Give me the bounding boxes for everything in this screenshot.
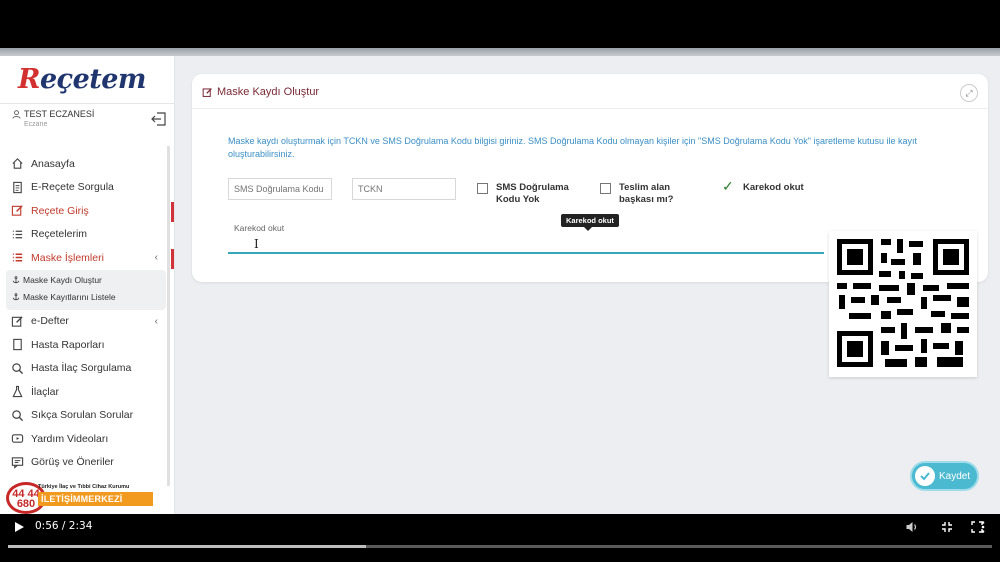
progress-bar[interactable] xyxy=(8,545,992,548)
video-controls: 0:56 / 2:34 xyxy=(0,514,1000,562)
sidebar-item-ilaclar[interactable]: İlaçlar xyxy=(0,380,170,404)
video-top-bar xyxy=(0,0,1000,48)
chevron-left-icon[interactable]: ‹ xyxy=(155,316,158,327)
home-icon xyxy=(12,158,23,169)
active-marker xyxy=(171,202,174,222)
info-text: Maske kaydı oluşturmak için TCKN ve SMS … xyxy=(228,136,918,159)
time-display: 0:56 / 2:34 xyxy=(35,520,93,532)
qr-code-icon xyxy=(837,239,969,367)
captions-icon[interactable] xyxy=(940,520,954,534)
teslim-alan-label: Teslim alan başkası mı? xyxy=(619,182,674,205)
edit-icon xyxy=(11,205,23,216)
sms-kodu-yok-checkbox[interactable] xyxy=(477,183,488,194)
anchor-icon xyxy=(12,293,20,301)
contact-center-banner[interactable]: 44 44 680 Türkiye İlaç ve Tıbbi Cihaz Kur… xyxy=(6,482,156,514)
teslim-alan-checkbox[interactable] xyxy=(600,183,611,194)
search-icon xyxy=(12,363,24,374)
sidebar-item-hasta-ilac-sorgulama[interactable]: Hasta İlaç Sorgulama xyxy=(0,357,170,381)
sms-code-input[interactable] xyxy=(228,178,332,200)
sidebar-item-recetelerim[interactable]: Reçetelerim xyxy=(0,223,170,247)
text-cursor-icon: I xyxy=(254,237,259,251)
qr-code xyxy=(829,231,977,377)
progress-fill xyxy=(8,545,367,548)
document-icon xyxy=(13,181,22,193)
list-icon xyxy=(12,230,23,239)
user-icon xyxy=(12,109,21,119)
sidebar-item-anasayfa[interactable]: Anasayfa xyxy=(0,152,170,176)
user-name: TEST ECZANESİ xyxy=(24,109,95,119)
user-block: TEST ECZANESİ Eczane xyxy=(12,109,172,128)
karekod-field-label: Karekod okut xyxy=(234,223,285,233)
expand-icon[interactable]: ⤢ xyxy=(960,84,978,102)
check-icon xyxy=(920,472,930,481)
submenu-item-maske-kaydi-olustur[interactable]: Maske Kaydı Oluştur xyxy=(6,272,166,289)
karekod-input[interactable] xyxy=(228,234,824,254)
list-icon xyxy=(12,253,23,262)
logout-icon[interactable] xyxy=(151,111,167,127)
search-icon xyxy=(12,410,24,421)
frame-strip xyxy=(0,48,1000,56)
karekod-check-icon[interactable]: ✓ xyxy=(722,178,734,195)
document-icon xyxy=(13,339,22,351)
video-icon xyxy=(11,434,24,444)
sidebar-item-e-defter[interactable]: e-Defter ‹ xyxy=(0,310,170,334)
save-button[interactable]: Kaydet xyxy=(910,461,979,491)
sms-kodu-yok-label: SMS Doğrulama Kodu Yok xyxy=(496,182,569,205)
karekod-tooltip: Karekod okut xyxy=(561,214,619,231)
karekod-check-label: Karekod okut xyxy=(743,182,804,193)
maske-submenu: Maske Kaydı Oluştur Maske Kayıtlarını Li… xyxy=(6,269,166,310)
sidebar-item-maske-islemleri[interactable]: Maske İşlemleri ‹ xyxy=(0,246,174,270)
logo-divider xyxy=(0,103,175,104)
anchor-icon xyxy=(12,276,20,284)
sidebar-item-sikca-sorulan-sorular[interactable]: Sıkça Sorulan Sorular xyxy=(0,404,170,428)
chevron-left-icon[interactable]: ‹ xyxy=(155,252,158,263)
sidebar-item-gorus-ve-oneriler[interactable]: Görüş ve Öneriler xyxy=(0,451,170,475)
contact-label: İLETİŞİMMERKEZİ xyxy=(38,492,153,506)
contact-tagline: Türkiye İlaç ve Tıbbi Cihaz Kurumu xyxy=(38,484,130,490)
sidebar-item-recete-giris[interactable]: Reçete Giriş xyxy=(0,199,174,223)
video-frame[interactable]: Reçetem TEST ECZANESİ Eczane Anasayfa E-… xyxy=(0,48,1000,514)
volume-icon[interactable] xyxy=(905,520,919,534)
card-title: Maske Kaydı Oluştur xyxy=(202,86,319,98)
play-icon[interactable] xyxy=(12,520,26,534)
user-role: Eczane xyxy=(24,121,48,128)
user-name-row: TEST ECZANESİ xyxy=(12,109,172,119)
active-marker xyxy=(171,249,174,269)
chat-icon xyxy=(11,457,24,469)
card-divider xyxy=(192,108,988,109)
sidebar: Reçetem TEST ECZANESİ Eczane Anasayfa E-… xyxy=(0,56,175,514)
flask-icon xyxy=(12,386,23,398)
app-logo[interactable]: Reçetem xyxy=(18,64,146,95)
sidebar-item-e-recete-sorgula[interactable]: E-Reçete Sorgula xyxy=(0,176,170,200)
sidebar-item-hasta-raporlari[interactable]: Hasta Raporları xyxy=(0,333,170,357)
sidebar-item-yardim-videolari[interactable]: Yardım Videoları xyxy=(0,427,170,451)
edit-icon xyxy=(11,316,23,327)
sidebar-menu: Anasayfa E-Reçete Sorgula Reçete Giriş R… xyxy=(0,152,174,475)
more-options-icon[interactable] xyxy=(978,520,988,534)
submenu-item-maske-kayitlarini-listele[interactable]: Maske Kayıtlarını Listele xyxy=(6,289,166,306)
edit-icon xyxy=(202,87,212,97)
tckn-input[interactable] xyxy=(352,178,456,200)
